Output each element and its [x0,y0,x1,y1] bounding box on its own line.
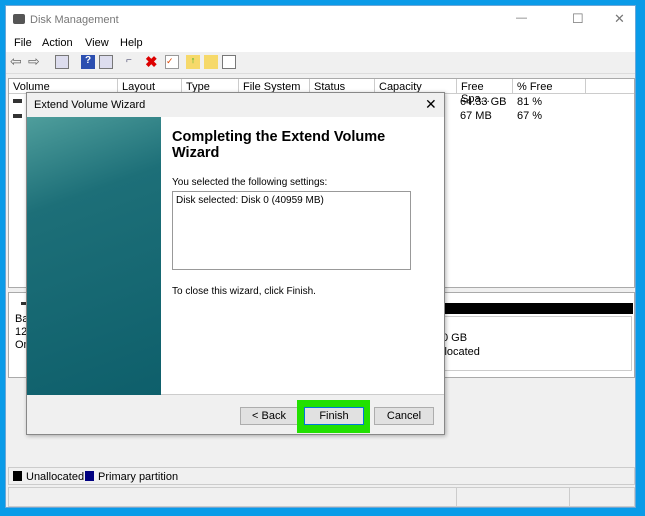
row-free-space: 67 MB [460,110,492,122]
menu-help[interactable]: Help [120,37,143,49]
volume-icon [13,114,22,118]
status-bar [8,487,635,507]
extend-volume-wizard-dialog: Extend Volume Wizard ✕ Completing the Ex… [26,92,445,435]
back-button[interactable]: < Back [240,407,298,425]
connect-icon[interactable]: ⌐ [126,55,140,69]
wizard-heading: Completing the Extend Volume Wizard [172,129,386,161]
close-button[interactable]: ✕ [614,11,625,27]
status-divider [456,488,457,506]
column-free-space[interactable]: Free Spa... [457,79,513,105]
unallocated-region[interactable] [442,316,632,371]
window-title: Disk Management [30,14,119,26]
wizard-banner-image [27,117,161,395]
cancel-button[interactable]: Cancel [374,407,434,425]
disk-management-icon [13,14,25,24]
menu-file[interactable]: File [14,37,32,49]
delete-icon[interactable]: ✖ [145,53,159,71]
maximize-button[interactable]: ☐ [572,11,584,27]
unallocated-label-partial: llocated [442,346,480,358]
properties-icon[interactable]: ✓ [165,55,179,69]
settings-textbox[interactable]: Disk selected: Disk 0 (40959 MB) [172,191,411,270]
back-icon[interactable]: ⇦ [10,53,24,69]
title-bar: Disk Management — ☐ ✕ [6,6,635,34]
legend-primary-partition: Primary partition [98,471,179,483]
row-percent-free: 81 % [517,96,543,108]
menu-bar: File Action View Help [6,34,635,52]
settings-icon[interactable] [222,55,236,69]
column-filler [586,79,634,94]
dialog-close-button[interactable]: ✕ [425,96,437,113]
find-icon[interactable] [204,55,218,69]
menu-view[interactable]: View [85,37,109,49]
close-instruction: To close this wizard, click Finish. [172,286,316,297]
minimize-button[interactable]: — [516,12,527,24]
unallocated-size-partial: 0 GB [442,332,468,344]
dialog-title: Extend Volume Wizard [34,99,146,111]
help-icon[interactable]: ? [81,55,95,69]
legend-unallocated: Unallocated [26,471,85,483]
row-free-space: 64.33 GB [460,96,507,108]
volume-icon [13,99,22,103]
forward-icon[interactable]: ⇨ [28,53,42,69]
primary-partition-swatch [85,471,94,481]
import-icon[interactable]: ↑ [186,55,200,69]
unallocated-bar [442,303,633,314]
console-tree-icon[interactable] [55,55,69,69]
wizard-body: Completing the Extend Volume Wizard You … [27,117,444,395]
legend: Unallocated Primary partition [8,467,635,485]
status-divider [569,488,570,506]
menu-action[interactable]: Action [42,37,73,49]
selected-settings-label: You selected the following settings: [172,177,328,188]
column-percent-free[interactable]: % Free [513,79,586,94]
action-pane-icon[interactable] [99,55,113,69]
toolbar: ⇦ ⇨ ? ⌐ ✖ ✓ ↑ [6,52,635,74]
row-percent-free: 67 % [517,110,543,122]
unallocated-swatch [13,471,22,481]
finish-button[interactable]: Finish [304,407,364,425]
